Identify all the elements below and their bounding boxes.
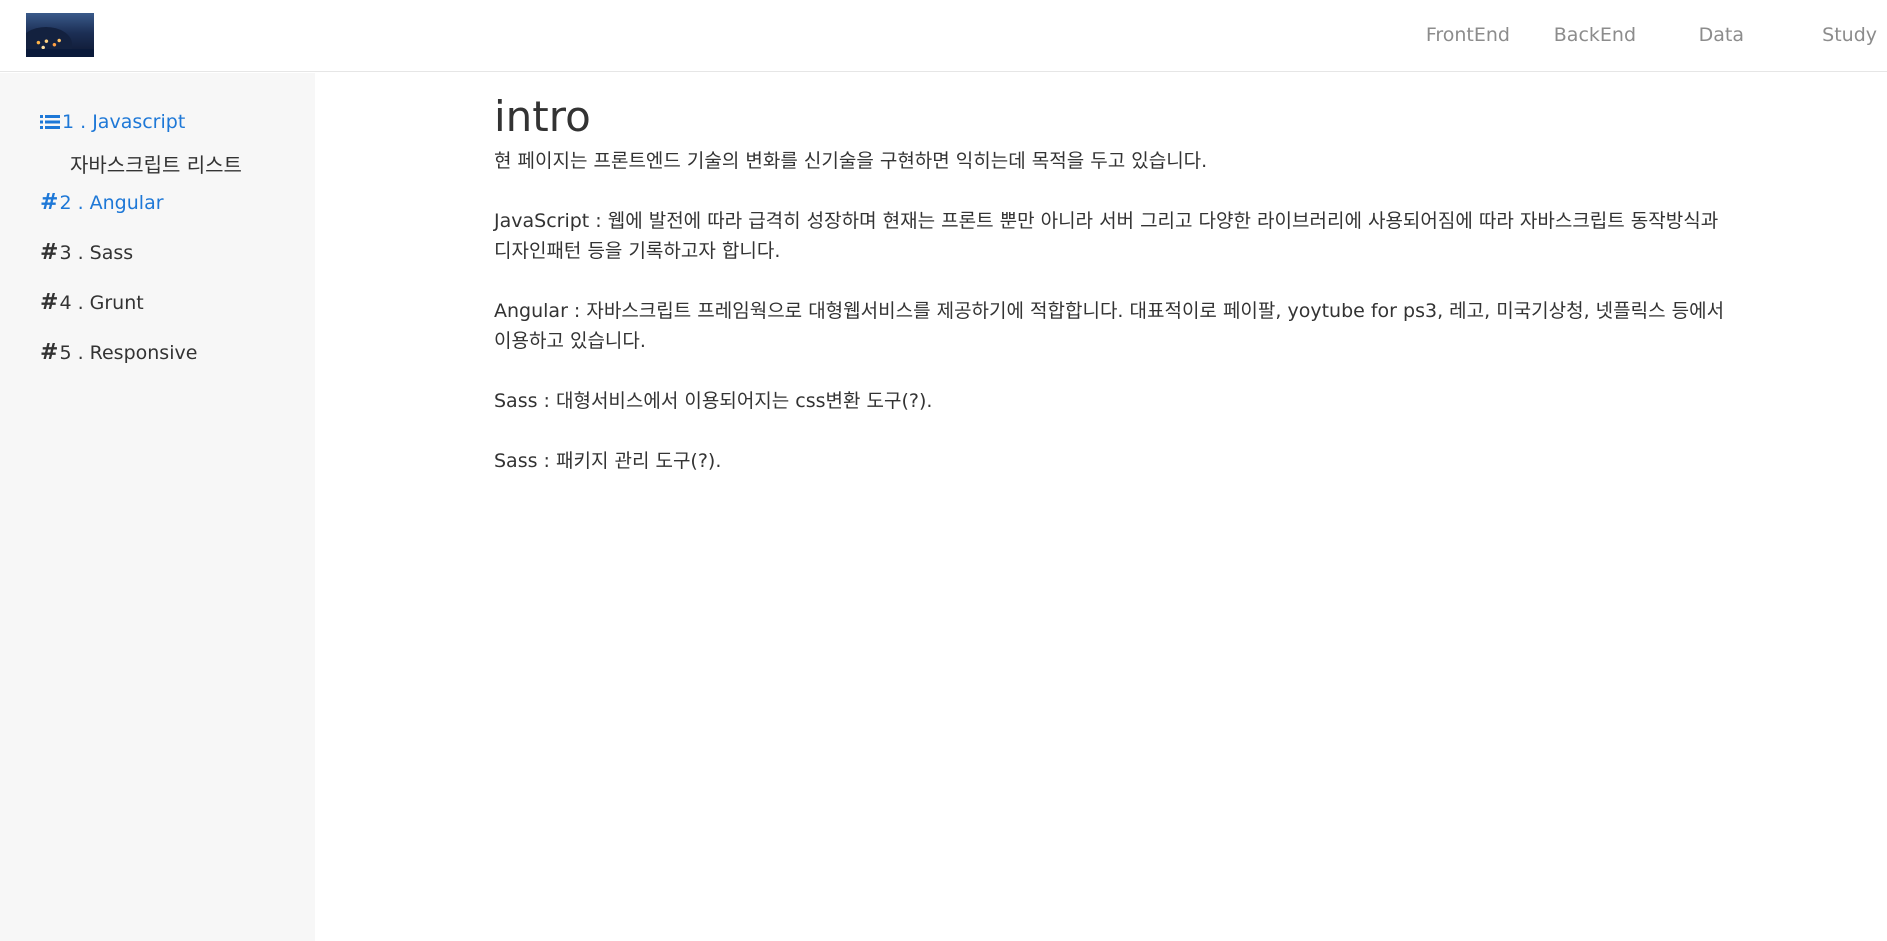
nav-link-data[interactable]: Data: [1699, 24, 1744, 46]
page-title: intro: [494, 92, 591, 141]
sidebar-item-javascript[interactable]: 1 . Javascript: [40, 111, 185, 133]
sass-paragraph: Sass : 대형서비스에서 이용되어지는 css변환 도구(?).: [494, 390, 933, 412]
sidebar-item-responsive[interactable]: # 5 . Responsive: [40, 340, 197, 365]
sidebar-item-label: 5 . Responsive: [59, 341, 198, 364]
main-content: intro 현 페이지는 프론트엔드 기술의 변화를 신기술을 구현하면 익히는…: [494, 88, 1734, 506]
top-bar: FrontEnd BackEnd Data Study: [0, 0, 1887, 72]
sidebar-item-sass[interactable]: # 3 . Sass: [40, 240, 133, 265]
logo-sea-shape: [26, 49, 94, 57]
sidebar-item-label: 4 . Grunt: [59, 291, 144, 314]
sidebar-subitem-javascript-list[interactable]: 자바스크립트 리스트: [70, 149, 242, 178]
angular-paragraph: Angular : 자바스크립트 프레임웍으로 대형웹서비스를 제공하기에 적합…: [494, 300, 1725, 352]
sidebar: 1 . Javascript 자바스크립트 리스트 # 2 . Angular …: [0, 73, 315, 941]
intro-paragraph: 현 페이지는 프론트엔드 기술의 변화를 신기술을 구현하면 익히는데 목적을 …: [494, 150, 1208, 172]
sidebar-item-label: 3 . Sass: [59, 241, 134, 264]
sidebar-item-label: 2 . Angular: [59, 191, 164, 214]
hash-icon: #: [40, 190, 59, 215]
hash-icon: #: [40, 290, 59, 315]
javascript-paragraph: JavaScript : 웹에 발전에 따라 급격히 성장하며 현재는 프론트 …: [494, 210, 1719, 262]
package-tool-paragraph: Sass : 패키지 관리 도구(?).: [494, 450, 722, 472]
sidebar-item-angular[interactable]: # 2 . Angular: [40, 190, 164, 215]
list-icon: [40, 115, 60, 129]
sidebar-item-label: 1 . Javascript: [62, 111, 186, 133]
nav-link-study[interactable]: Study: [1822, 24, 1877, 46]
nav-link-frontend[interactable]: FrontEnd: [1426, 24, 1510, 46]
sidebar-item-grunt[interactable]: # 4 . Grunt: [40, 290, 144, 315]
hash-icon: #: [40, 340, 59, 365]
site-logo[interactable]: [26, 13, 94, 57]
hash-icon: #: [40, 240, 59, 265]
nav-link-backend[interactable]: BackEnd: [1554, 24, 1636, 46]
